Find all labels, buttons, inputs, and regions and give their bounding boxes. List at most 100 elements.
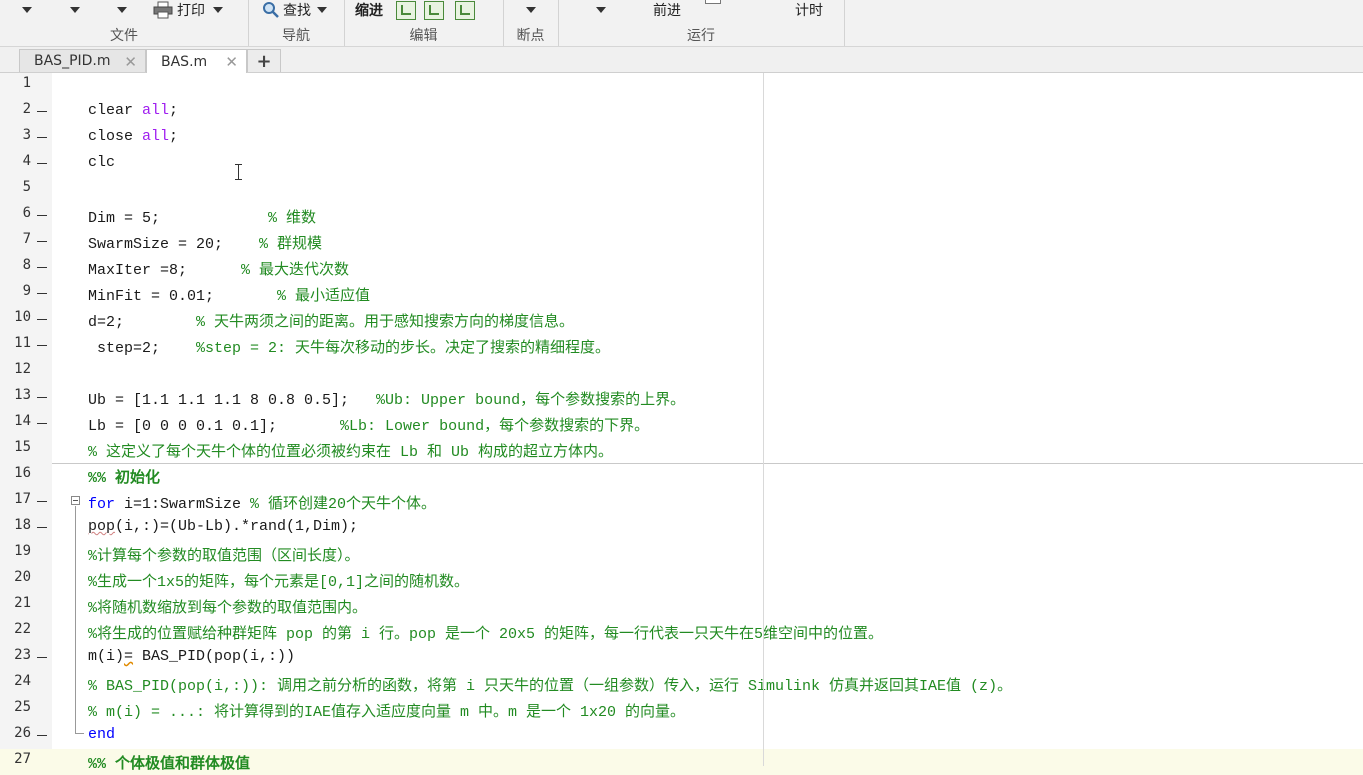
line-number[interactable]: 6 <box>0 205 31 221</box>
tab-bas-pid[interactable]: BAS_PID.m ✕ <box>19 49 146 72</box>
code-text[interactable]: clear all; <box>88 102 178 119</box>
line-number[interactable]: 12 <box>0 361 31 377</box>
breakpoint-marker[interactable] <box>37 137 47 138</box>
line-number[interactable]: 5 <box>0 179 31 195</box>
code-line[interactable]: 19 %计算每个参数的取值范围（区间长度）。 <box>0 541 1363 567</box>
code-text[interactable]: %将随机数缩放到每个参数的取值范围内。 <box>88 596 367 617</box>
save-dropdown-arrow[interactable] <box>117 0 127 20</box>
breakpoint-marker[interactable] <box>37 345 47 346</box>
code-line[interactable]: 26 end <box>0 723 1363 749</box>
code-line[interactable]: 6 Dim = 5; % 维数 <box>0 203 1363 229</box>
breakpoint-marker[interactable] <box>37 111 47 112</box>
line-number[interactable]: 27 <box>0 751 31 767</box>
code-line[interactable]: 20 %生成一个1x5的矩阵，每个元素是[0,1]之间的随机数。 <box>0 567 1363 593</box>
code-text[interactable]: close all; <box>88 128 178 145</box>
code-line[interactable]: 7 SwarmSize = 20; % 群规模 <box>0 229 1363 255</box>
code-line[interactable]: 18 pop(i,:)=(Ub-Lb).*rand(1,Dim); <box>0 515 1363 541</box>
line-number[interactable]: 25 <box>0 699 31 715</box>
code-line[interactable]: 21 %将随机数缩放到每个参数的取值范围内。 <box>0 593 1363 619</box>
line-number[interactable]: 14 <box>0 413 31 429</box>
code-line[interactable]: 11 step=2; %step = 2: 天牛每次移动的步长。决定了搜索的精细… <box>0 333 1363 359</box>
code-text[interactable]: m(i)= BAS_PID(pop(i,:)) <box>88 648 295 665</box>
breakpoints-dropdown-arrow[interactable] <box>526 0 536 20</box>
code-text[interactable]: for i=1:SwarmSize % 循环创建20个天牛个体。 <box>88 492 436 513</box>
smart-indent-button[interactable] <box>396 0 418 20</box>
code-line[interactable]: 3 close all; <box>0 125 1363 151</box>
code-line[interactable]: 8 MaxIter =8; % 最大迭代次数 <box>0 255 1363 281</box>
code-line[interactable]: 16 %% 初始化 <box>0 463 1363 489</box>
code-line[interactable]: 22 %将生成的位置赋给种群矩阵 pop 的第 i 行。pop 是一个 20x5 … <box>0 619 1363 645</box>
code-text[interactable]: %% 个体极值和群体极值 <box>88 752 250 773</box>
line-number[interactable]: 10 <box>0 309 31 325</box>
close-icon[interactable]: ✕ <box>225 53 238 71</box>
tab-bas[interactable]: BAS.m ✕ <box>146 49 247 73</box>
line-number[interactable]: 11 <box>0 335 31 351</box>
breakpoint-marker[interactable] <box>37 397 47 398</box>
code-text[interactable]: % 这定义了每个天牛个体的位置必须被约束在 Lb 和 Ub 构成的超立方体内。 <box>88 440 613 461</box>
code-line[interactable]: 9 MinFit = 0.01; % 最小适应值 <box>0 281 1363 307</box>
breakpoint-marker[interactable] <box>37 657 47 658</box>
code-text[interactable]: pop(i,:)=(Ub-Lb).*rand(1,Dim); <box>88 518 358 535</box>
line-number[interactable]: 16 <box>0 465 31 481</box>
breakpoint-marker[interactable] <box>37 241 47 242</box>
fold-collapse-icon[interactable] <box>71 496 80 505</box>
code-line[interactable]: 27 %% 个体极值和群体极值 <box>0 749 1363 775</box>
code-text[interactable]: % m(i) = ...: 将计算得到的IAE值存入适应度向量 m 中。m 是一… <box>88 700 685 721</box>
code-text[interactable]: SwarmSize = 20; % 群规模 <box>88 232 322 253</box>
code-text[interactable]: MaxIter =8; % 最大迭代次数 <box>88 258 349 279</box>
breakpoint-marker[interactable] <box>37 319 47 320</box>
code-text[interactable]: % BAS_PID(pop(i,:)): 调用之前分析的函数，将第 i 只天牛的… <box>88 674 1012 695</box>
line-number[interactable]: 4 <box>0 153 31 169</box>
breakpoint-marker[interactable] <box>37 423 47 424</box>
decrease-indent-button[interactable] <box>455 0 477 20</box>
code-text[interactable]: Dim = 5; % 维数 <box>88 206 316 227</box>
code-text[interactable]: %% 初始化 <box>88 466 160 487</box>
code-line[interactable]: 25 % m(i) = ...: 将计算得到的IAE值存入适应度向量 m 中。m … <box>0 697 1363 723</box>
breakpoint-marker[interactable] <box>37 527 47 528</box>
indent-button[interactable]: 缩进 <box>355 0 383 20</box>
line-number[interactable]: 8 <box>0 257 31 273</box>
line-number[interactable]: 2 <box>0 101 31 117</box>
line-number[interactable]: 20 <box>0 569 31 585</box>
line-number[interactable]: 24 <box>0 673 31 689</box>
line-number[interactable]: 17 <box>0 491 31 507</box>
code-line[interactable]: 15 % 这定义了每个天牛个体的位置必须被约束在 Lb 和 Ub 构成的超立方体内… <box>0 437 1363 463</box>
breakpoint-marker[interactable] <box>37 735 47 736</box>
breakpoint-marker[interactable] <box>37 501 47 502</box>
code-line[interactable]: 13 Ub = [1.1 1.1 1.1 8 0.8 0.5]; %Ub: Upp… <box>0 385 1363 411</box>
code-line[interactable]: 17 for i=1:SwarmSize % 循环创建20个天牛个体。 <box>0 489 1363 515</box>
code-line[interactable]: 12 <box>0 359 1363 385</box>
code-line[interactable]: 10 d=2; % 天牛两须之间的距离。用于感知搜索方向的梯度信息。 <box>0 307 1363 333</box>
breakpoint-marker[interactable] <box>37 267 47 268</box>
code-line[interactable]: 2 clear all; <box>0 99 1363 125</box>
line-number[interactable]: 13 <box>0 387 31 403</box>
code-text[interactable]: step=2; %step = 2: 天牛每次移动的步长。决定了搜索的精细程度。 <box>88 336 610 357</box>
code-line[interactable]: 5 <box>0 177 1363 203</box>
code-text[interactable]: clc <box>88 154 115 171</box>
increase-indent-button[interactable] <box>424 0 446 20</box>
code-text[interactable]: end <box>88 726 115 743</box>
line-number[interactable]: 21 <box>0 595 31 611</box>
code-text[interactable]: MinFit = 0.01; % 最小适应值 <box>88 284 370 305</box>
code-text[interactable]: Ub = [1.1 1.1 1.1 8 0.8 0.5]; %Ub: Upper… <box>88 388 685 409</box>
code-text[interactable]: %生成一个1x5的矩阵，每个元素是[0,1]之间的随机数。 <box>88 570 469 591</box>
run-dropdown-arrow[interactable] <box>596 0 606 20</box>
line-number[interactable]: 18 <box>0 517 31 533</box>
open-dropdown-arrow[interactable] <box>70 0 80 20</box>
code-text[interactable]: %计算每个参数的取值范围（区间长度）。 <box>88 544 360 565</box>
line-number[interactable]: 23 <box>0 647 31 663</box>
code-text[interactable]: d=2; % 天牛两须之间的距离。用于感知搜索方向的梯度信息。 <box>88 310 574 331</box>
run-and-time-button[interactable]: 计时 <box>795 0 823 20</box>
line-number[interactable]: 26 <box>0 725 31 741</box>
line-number[interactable]: 7 <box>0 231 31 247</box>
breakpoint-marker[interactable] <box>37 215 47 216</box>
code-line[interactable]: 23 m(i)= BAS_PID(pop(i,:)) <box>0 645 1363 671</box>
new-dropdown-arrow[interactable] <box>22 0 32 20</box>
code-line[interactable]: 1 <box>0 73 1363 99</box>
add-tab-button[interactable]: + <box>247 49 281 72</box>
breakpoint-marker[interactable] <box>37 163 47 164</box>
code-text[interactable]: Lb = [0 0 0 0.1 0.1]; %Lb: Lower bound，每… <box>88 414 649 435</box>
print-button[interactable]: 打印 <box>153 0 223 20</box>
code-editor[interactable]: 1 2 clear all; 3 close all; 4 clc 5 6 Dim = 5; % … <box>0 73 1363 775</box>
line-number[interactable]: 19 <box>0 543 31 559</box>
